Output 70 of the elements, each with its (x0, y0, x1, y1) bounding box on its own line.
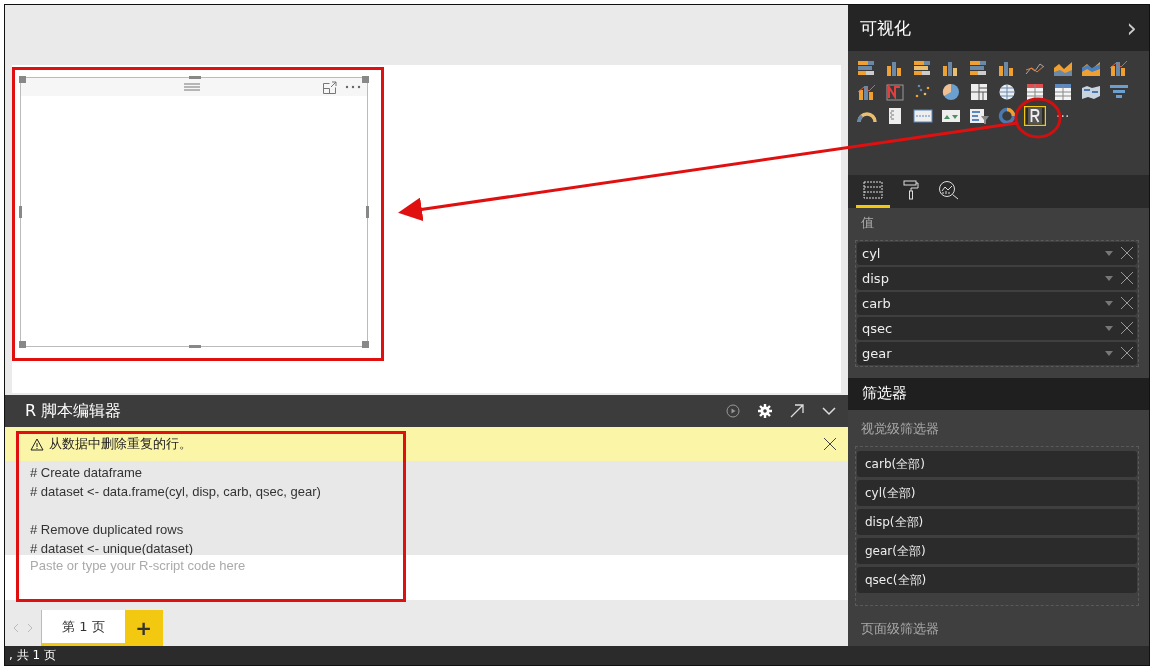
collapse-icon[interactable] (822, 406, 836, 416)
resize-handle[interactable] (19, 341, 26, 348)
resize-handle[interactable] (189, 76, 201, 79)
fields-icon (863, 180, 883, 199)
dropdown-icon[interactable] (1105, 351, 1113, 356)
slicer-icon[interactable] (968, 106, 990, 127)
code-line: # Remove duplicated rows (30, 522, 184, 537)
drag-handle-icon[interactable] (184, 83, 200, 91)
paint-roller-icon (903, 179, 919, 200)
resize-handle[interactable] (366, 206, 369, 218)
filter-card[interactable]: cyl(全部) (857, 480, 1137, 506)
table-icon[interactable] (1052, 82, 1074, 103)
resize-handle[interactable] (189, 345, 201, 348)
run-icon[interactable] (726, 404, 740, 418)
r-icon[interactable] (1024, 106, 1046, 127)
field-well-item[interactable]: qsec (857, 317, 1137, 340)
expand-icon[interactable] (790, 404, 804, 418)
filter-card[interactable]: gear(全部) (857, 538, 1137, 564)
filter-card[interactable]: qsec(全部) (857, 567, 1137, 593)
combo-chart-icon[interactable] (856, 82, 878, 103)
dropdown-icon[interactable] (1105, 326, 1113, 331)
settings-icon[interactable] (758, 404, 772, 418)
code-line: # dataset <- unique(dataset) (30, 541, 193, 556)
more-options-icon[interactable] (345, 85, 361, 89)
remove-icon[interactable] (1121, 347, 1133, 360)
remove-icon[interactable] (1121, 272, 1133, 285)
resize-handle[interactable] (19, 206, 22, 218)
resize-handle[interactable] (362, 76, 369, 83)
section-label: 视觉级筛选器 (861, 420, 940, 438)
field-well-item[interactable]: gear (857, 342, 1137, 365)
remove-icon[interactable] (1121, 247, 1133, 260)
combo-chart-icon[interactable] (1108, 58, 1130, 79)
section-label: 页面级筛选器 (861, 620, 940, 638)
more-visuals-button[interactable]: ··· (1056, 108, 1070, 125)
close-icon[interactable] (824, 438, 836, 450)
editor-title: R 脚本编辑器 (25, 400, 122, 422)
filter-card[interactable]: carb(全部) (857, 451, 1137, 477)
field-well-item[interactable]: disp (857, 267, 1137, 290)
warning-icon (30, 437, 44, 451)
field-well-item[interactable]: carb (857, 292, 1137, 315)
page-count: , 共 1 页 (9, 647, 56, 664)
resize-handle[interactable] (19, 76, 26, 83)
code-line: # dataset <- data.frame(cyl, disp, carb, qsec, gear) (30, 484, 321, 499)
treemap-icon[interactable] (968, 82, 990, 103)
pie-chart-icon[interactable] (940, 82, 962, 103)
table-icon[interactable] (1024, 82, 1046, 103)
panel-title: 可视化 (860, 16, 911, 40)
section-label: 值 (861, 214, 875, 232)
field-name: qsec (862, 321, 893, 336)
dropdown-icon[interactable] (1105, 251, 1113, 256)
analytics-icon (938, 179, 960, 200)
remove-icon[interactable] (1121, 322, 1133, 335)
dropdown-icon[interactable] (1105, 276, 1113, 281)
page-tab[interactable]: 第 1 页 (42, 610, 125, 646)
filters-title: 筛选器 (862, 384, 907, 404)
filter-card[interactable]: disp(全部) (857, 509, 1137, 535)
field-name: disp (862, 271, 889, 286)
dropdown-icon[interactable] (1105, 301, 1113, 306)
annotation-circle (1014, 97, 1062, 139)
resize-handle[interactable] (362, 341, 369, 348)
code-line: # Create dataframe (30, 465, 142, 480)
add-page-button[interactable]: + (124, 610, 163, 646)
warning-text: 从数据中删除重复的行。 (49, 435, 192, 453)
field-name: gear (862, 346, 892, 361)
focus-mode-icon[interactable] (323, 80, 337, 94)
remove-icon[interactable] (1121, 297, 1133, 310)
field-name: cyl (862, 246, 881, 261)
collapse-panel-button[interactable]: › (1126, 13, 1137, 44)
field-well-item[interactable]: cyl (857, 242, 1137, 265)
field-name: carb (862, 296, 891, 311)
